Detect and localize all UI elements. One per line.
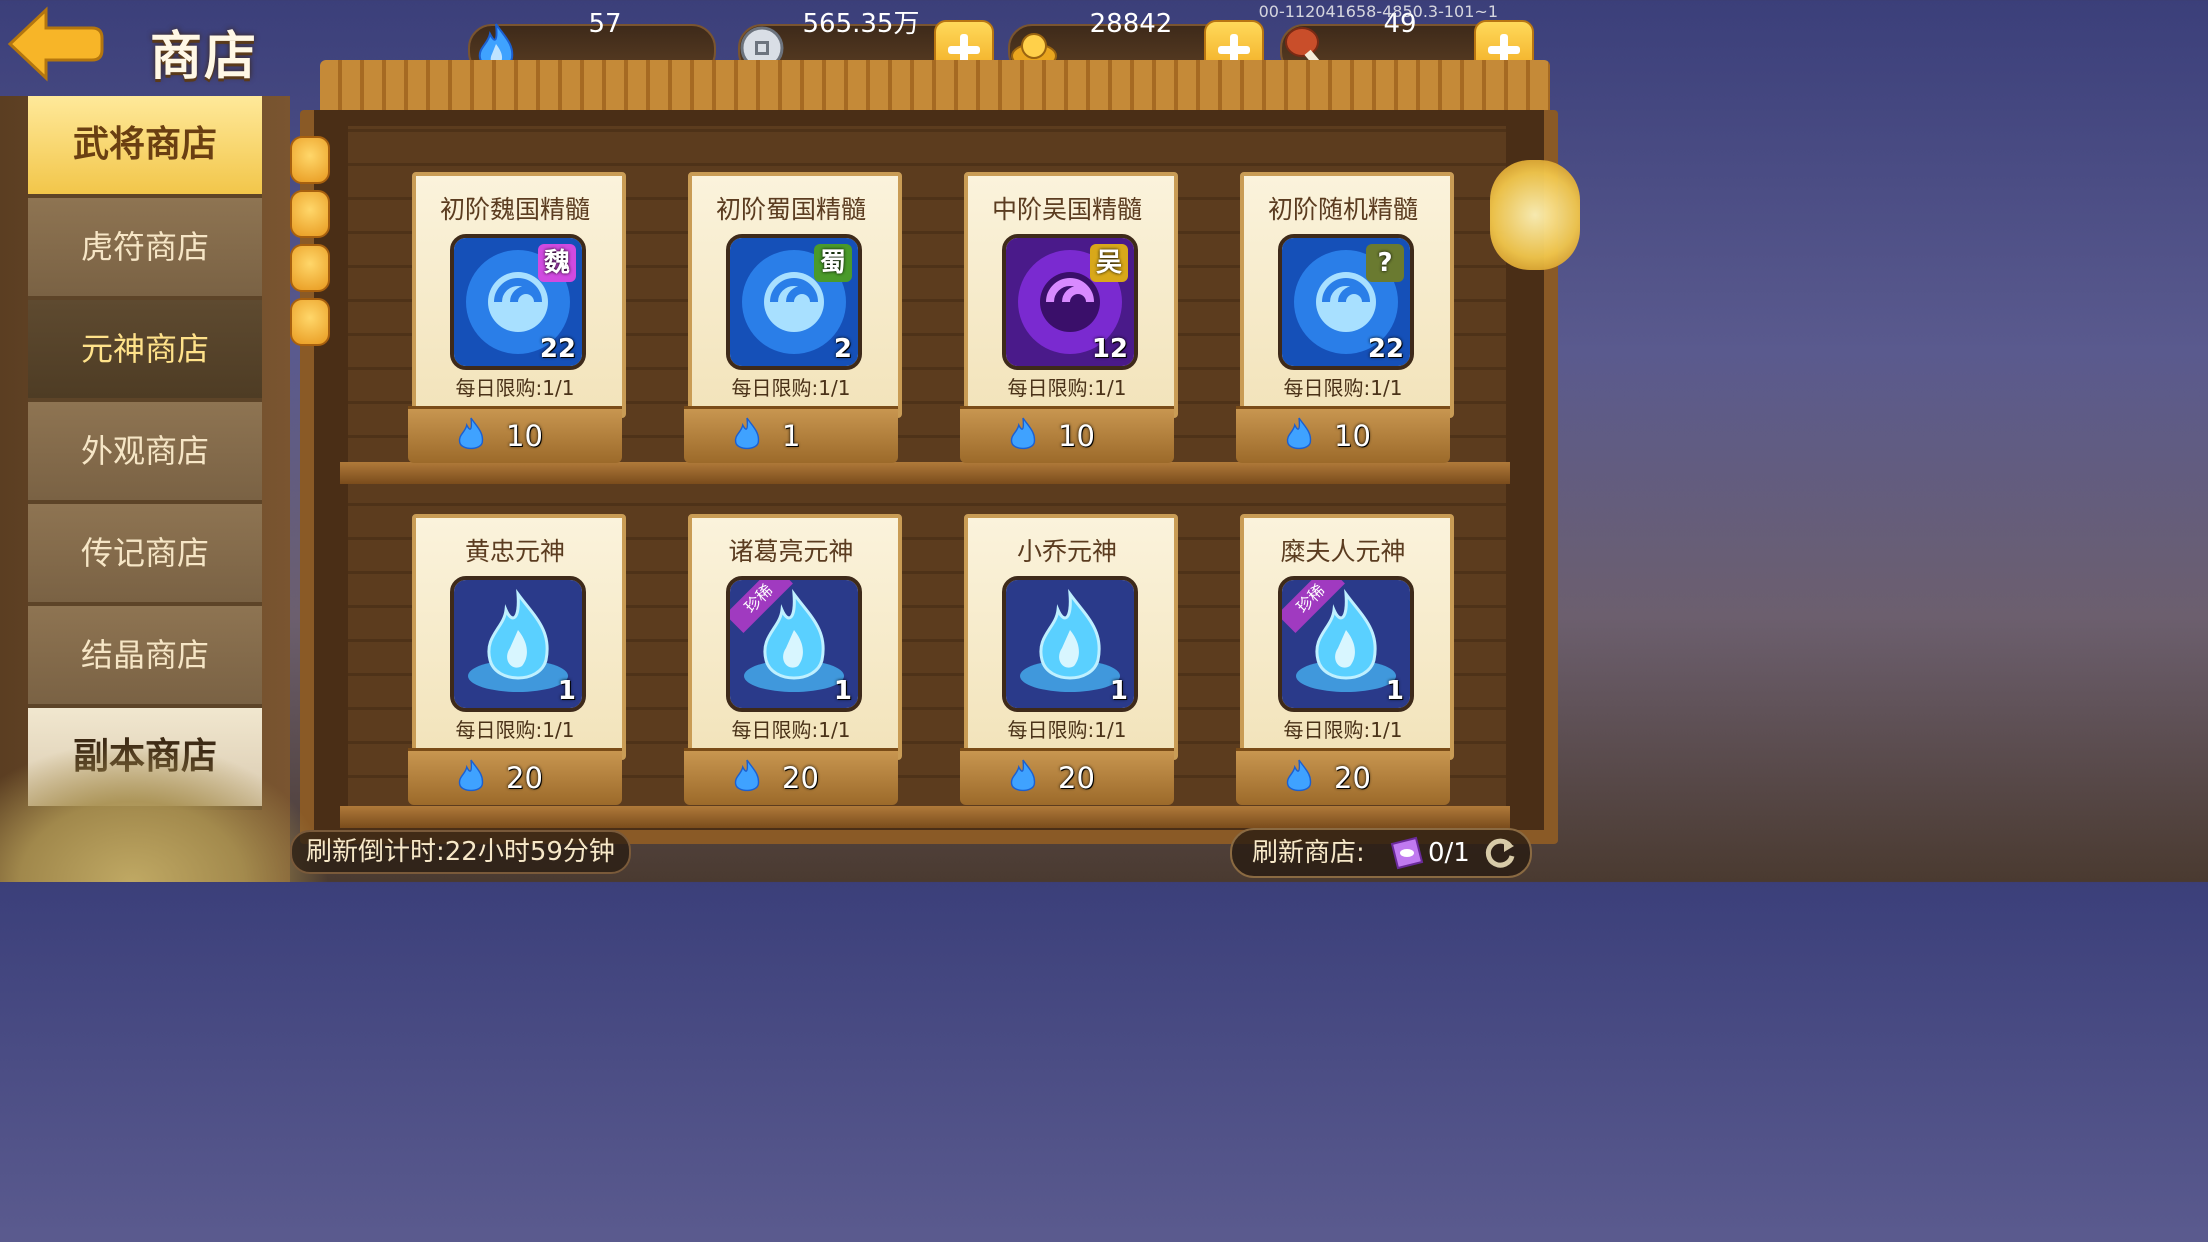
tab-general-shop[interactable]: 武将商店 <box>28 96 262 198</box>
tab-spirit-shop[interactable]: 元神商店 <box>28 300 262 402</box>
back-button[interactable] <box>6 6 104 82</box>
item-price: 20 <box>506 761 543 795</box>
item-price: 20 <box>1334 761 1371 795</box>
item-price: 10 <box>1058 419 1095 453</box>
purchase-limit: 每日限购:1/1 <box>1283 718 1403 742</box>
lantern-icon <box>290 298 330 346</box>
refresh-ticket-icon <box>1390 836 1424 870</box>
item-count: 12 <box>1091 334 1128 364</box>
item-price: 10 <box>506 419 543 453</box>
shop-item-card[interactable]: 初阶蜀国精髓 蜀 2 每日限购:1/1 1 <box>684 172 902 463</box>
item-icon: 珍稀 1 <box>726 576 862 712</box>
item-count: 2 <box>833 334 852 364</box>
grass-decoration <box>0 740 330 882</box>
purchase-limit: 每日限购:1/1 <box>1007 376 1127 400</box>
item-count: 22 <box>539 334 576 364</box>
item-price: 1 <box>782 419 801 453</box>
tab-appearance-shop[interactable]: 外观商店 <box>28 402 262 504</box>
item-icon: 吴 12 <box>1002 234 1138 370</box>
gold-currency-value: 28842 <box>1089 9 1173 39</box>
price-bar: 10 <box>1236 406 1450 463</box>
refresh-count: 0/1 <box>1428 838 1470 868</box>
shelf-plank <box>340 806 1510 828</box>
purchase-limit: 每日限购:1/1 <box>1283 376 1403 400</box>
item-icon: 蜀 2 <box>726 234 862 370</box>
build-id: 00-112041658-4850.3-101~1 <box>1258 2 1498 21</box>
lantern-icon <box>290 190 330 238</box>
blue-flame-icon <box>458 417 484 450</box>
price-bar: 20 <box>684 748 898 805</box>
back-arrow-icon <box>7 6 104 82</box>
blue-flame-icon <box>734 759 760 792</box>
item-name: 糜夫人元神 <box>1280 537 1406 566</box>
item-name: 初阶魏国精髓 <box>439 195 590 224</box>
item-name: 小乔元神 <box>1016 537 1117 566</box>
tab-crystal-shop[interactable]: 结晶商店 <box>28 606 262 708</box>
item-name: 诸葛亮元神 <box>728 537 854 566</box>
shop-item-card[interactable]: 中阶吴国精髓 吴 12 每日限购:1/1 10 <box>960 172 1178 463</box>
page-title: 商店 <box>150 27 259 87</box>
item-price: 10 <box>1334 419 1371 453</box>
blue-flame-icon <box>458 759 484 792</box>
item-count: 22 <box>1367 334 1404 364</box>
blue-flame-icon <box>1010 759 1036 792</box>
item-count: 1 <box>1385 676 1404 706</box>
purchase-limit: 每日限购:1/1 <box>1007 718 1127 742</box>
blue-flame-icon <box>1010 417 1036 450</box>
shop-item-card[interactable]: 小乔元神 1 每日限购:1/1 20 <box>960 514 1178 805</box>
faction-badge: 魏 <box>538 244 576 282</box>
faction-badge: 蜀 <box>814 244 852 282</box>
shelf-plank <box>340 462 1510 484</box>
price-bar: 20 <box>408 748 622 805</box>
price-bar: 20 <box>1236 748 1450 805</box>
faction-badge: 吴 <box>1090 244 1128 282</box>
price-bar: 10 <box>408 406 622 463</box>
item-icon: 1 <box>1002 576 1138 712</box>
item-name: 初阶随机精髓 <box>1267 195 1418 224</box>
refresh-cycle-icon <box>1485 838 1515 868</box>
item-name: 初阶蜀国精髓 <box>715 195 866 224</box>
silver-currency-value: 565.35万 <box>802 9 920 39</box>
refresh-shop-label: 刷新商店: <box>1252 838 1365 868</box>
purchase-limit: 每日限购:1/1 <box>455 376 575 400</box>
item-price: 20 <box>782 761 819 795</box>
shop-item-card[interactable]: 糜夫人元神 珍稀 1 每日限购:1/1 20 <box>1236 514 1454 805</box>
price-bar: 10 <box>960 406 1174 463</box>
item-count: 1 <box>1109 676 1128 706</box>
blue-flame-icon <box>1286 759 1312 792</box>
flame-currency-value: 57 <box>588 9 622 39</box>
price-bar: 20 <box>960 748 1174 805</box>
lantern-icon <box>290 136 330 184</box>
item-icon: 1 <box>450 576 586 712</box>
item-count: 1 <box>833 676 852 706</box>
item-count: 1 <box>557 676 576 706</box>
purchase-limit: 每日限购:1/1 <box>455 718 575 742</box>
purchase-limit: 每日限购:1/1 <box>731 376 851 400</box>
blue-flame-icon <box>734 417 760 450</box>
lantern-string <box>286 126 330 386</box>
item-name: 黄忠元神 <box>464 537 565 566</box>
shop-item-card[interactable]: 初阶随机精髓 ? 22 每日限购:1/1 10 <box>1236 172 1454 463</box>
price-bar: 1 <box>684 406 898 463</box>
refresh-countdown: 刷新倒计时:22小时59分钟 <box>290 830 631 874</box>
item-name: 中阶吴国精髓 <box>991 195 1142 224</box>
shop-item-card[interactable]: 诸葛亮元神 珍稀 1 每日限购:1/1 20 <box>684 514 902 805</box>
blue-flame-icon <box>1286 417 1312 450</box>
item-icon: 珍稀 1 <box>1278 576 1414 712</box>
refresh-shop-button[interactable]: 刷新商店: 0/1 <box>1230 828 1532 878</box>
purchase-limit: 每日限购:1/1 <box>731 718 851 742</box>
tab-biography-shop[interactable]: 传记商店 <box>28 504 262 606</box>
item-icon: ? 22 <box>1278 234 1414 370</box>
item-icon: 魏 22 <box>450 234 586 370</box>
shop-item-card[interactable]: 初阶魏国精髓 魏 22 每日限购:1/1 10 <box>408 172 626 463</box>
lantern-icon <box>290 244 330 292</box>
shop-item-card[interactable]: 黄忠元神 1 每日限购:1/1 20 <box>408 514 626 805</box>
item-price: 20 <box>1058 761 1095 795</box>
faction-badge: ? <box>1366 244 1404 282</box>
tab-tiger-tally-shop[interactable]: 虎符商店 <box>28 198 262 300</box>
lantern-icon <box>1490 160 1580 270</box>
